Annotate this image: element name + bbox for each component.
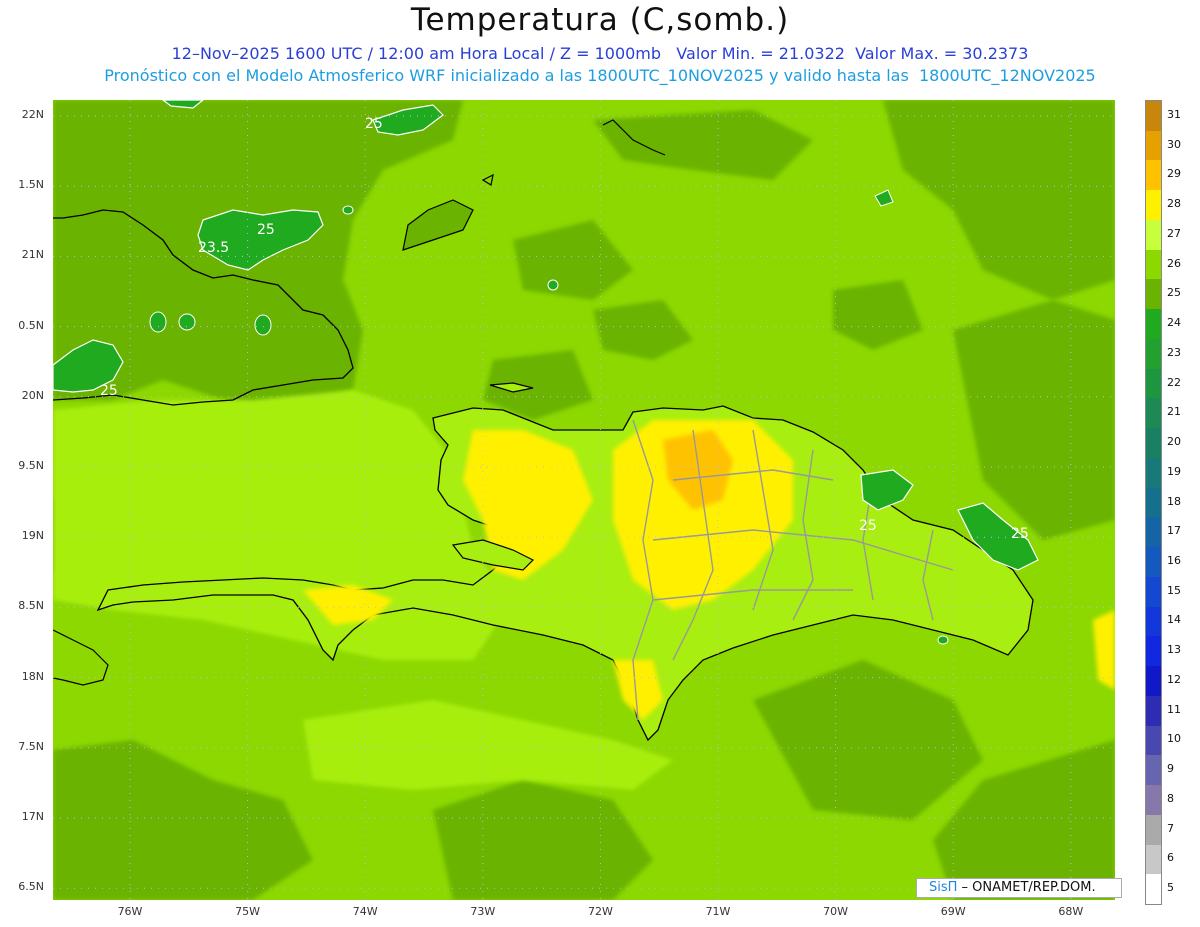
latitude-tick-label: 17N bbox=[21, 810, 44, 823]
colorbar-swatch bbox=[1146, 517, 1161, 548]
latitude-tick-label: 8.5N bbox=[18, 599, 44, 613]
longitude-tick-label: 72W bbox=[587, 905, 613, 918]
longitude-tick-label: 70W bbox=[823, 905, 849, 918]
colorbar-swatch bbox=[1146, 666, 1161, 697]
colorbar-label: 18 bbox=[1167, 494, 1181, 508]
colorbar-label: 10 bbox=[1167, 732, 1181, 746]
credit-sis: SisΠ bbox=[929, 880, 958, 895]
colorbar-label: 17 bbox=[1167, 524, 1181, 538]
colorbar-swatch bbox=[1146, 576, 1161, 608]
contour-label: 25 bbox=[100, 383, 118, 399]
latitude-tick-label: 9.5N bbox=[18, 459, 44, 472]
map-canvas: 25 25 23.5 25 25 25 bbox=[53, 100, 1115, 900]
colorbar-label: 28 bbox=[1167, 197, 1181, 211]
latitude-tick-label: 0.5N bbox=[18, 318, 44, 332]
contour-label: 25 bbox=[1011, 526, 1029, 542]
colorbar-swatch bbox=[1146, 547, 1161, 578]
colorbar-label: 31 bbox=[1167, 107, 1181, 121]
colorbar-label: 25 bbox=[1167, 286, 1181, 300]
colorbar-label: 9 bbox=[1167, 762, 1174, 776]
longitude-tick-label: 76W bbox=[117, 905, 143, 918]
colorbar-swatch bbox=[1146, 219, 1161, 251]
contour-label: 25 bbox=[365, 116, 383, 132]
latitude-tick-label: 20N bbox=[21, 388, 44, 402]
colorbar-swatch bbox=[1146, 874, 1161, 905]
latitude-tick-label: 19N bbox=[21, 529, 44, 543]
colorbar-label: 8 bbox=[1167, 791, 1174, 805]
longitude-tick-label: 71W bbox=[705, 905, 731, 918]
colorbar-label: 5 bbox=[1167, 881, 1174, 895]
subtitle-model-info: Pronóstico con el Modelo Atmosferico WRF… bbox=[104, 66, 1096, 85]
colorbar-label: 6 bbox=[1167, 851, 1174, 865]
contour-label: 25 bbox=[257, 222, 275, 238]
colorbar-label: 14 bbox=[1167, 613, 1181, 627]
colorbar-swatch bbox=[1146, 457, 1161, 489]
colorbar-swatch bbox=[1146, 279, 1161, 310]
latitude-tick-label: 1.5N bbox=[18, 178, 44, 192]
colorbar-label: 20 bbox=[1167, 435, 1181, 449]
colorbar-label: 24 bbox=[1167, 316, 1181, 330]
temperature-map: 25 25 23.5 25 25 25 bbox=[53, 100, 1115, 900]
colorbar-swatch bbox=[1146, 785, 1161, 816]
latitude-tick-label: 21N bbox=[21, 248, 44, 262]
colorbar-swatch bbox=[1146, 814, 1161, 845]
colorbar-swatch bbox=[1146, 755, 1161, 786]
colorbar-label: 30 bbox=[1167, 137, 1181, 151]
map-title: Temperatura (C,somb.) bbox=[410, 2, 790, 38]
colorbar-label: 26 bbox=[1167, 256, 1181, 270]
longitude-tick-label: 73W bbox=[470, 905, 496, 918]
colorbar-swatch bbox=[1146, 487, 1161, 518]
contour-label: 25 bbox=[859, 518, 877, 534]
latitude-tick-label: 6.5N bbox=[18, 880, 44, 894]
longitude-tick-label: 69W bbox=[940, 905, 966, 918]
colorbar-label: 11 bbox=[1167, 702, 1181, 716]
subtitle-time-range: 12–Nov–2025 1600 UTC / 12:00 am Hora Loc… bbox=[171, 44, 1029, 63]
colorbar-label: 12 bbox=[1167, 672, 1181, 686]
colorbar-swatch bbox=[1146, 606, 1161, 637]
latitude-tick-label: 18N bbox=[21, 669, 44, 683]
colorbar-swatch bbox=[1146, 398, 1161, 429]
colorbar-swatch bbox=[1146, 338, 1161, 370]
colorbar-swatch bbox=[1146, 249, 1161, 280]
colorbar-label: 19 bbox=[1167, 464, 1181, 478]
colorbar-swatch bbox=[1146, 725, 1161, 756]
colorbar-swatch bbox=[1146, 309, 1161, 340]
longitude-tick-label: 75W bbox=[235, 905, 261, 918]
colorbar-swatch bbox=[1146, 130, 1161, 161]
colorbar-swatch bbox=[1146, 190, 1161, 221]
colorbar-swatch bbox=[1146, 695, 1161, 727]
colorbar-swatch bbox=[1146, 368, 1161, 399]
credit-onamet: – ONAMET/REP.DOM. bbox=[957, 880, 1096, 895]
latitude-tick-label: 22N bbox=[21, 108, 44, 121]
longitude-tick-label: 68W bbox=[1058, 905, 1084, 918]
latitude-tick-label: 7.5N bbox=[18, 739, 44, 753]
credit-box: SisΠ – ONAMET/REP.DOM. bbox=[916, 878, 1122, 898]
colorbar-swatch bbox=[1146, 428, 1161, 459]
colorbar-label: 23 bbox=[1167, 345, 1181, 359]
contour-label: 23.5 bbox=[198, 240, 229, 256]
longitude-tick-label: 74W bbox=[352, 905, 378, 918]
colorbar-label: 29 bbox=[1167, 167, 1181, 181]
colorbar-swatch bbox=[1146, 636, 1161, 667]
colorbar-label: 21 bbox=[1167, 405, 1181, 419]
colorbar-label: 27 bbox=[1167, 226, 1181, 240]
colorbar-swatch bbox=[1146, 160, 1161, 191]
colorbar-label: 22 bbox=[1167, 375, 1181, 389]
colorbar-label: 13 bbox=[1167, 643, 1181, 657]
colorbar-swatch bbox=[1146, 101, 1161, 132]
colorbar-label: 16 bbox=[1167, 553, 1181, 567]
colorbar bbox=[1145, 100, 1162, 905]
colorbar-label: 15 bbox=[1167, 583, 1181, 597]
colorbar-swatch bbox=[1146, 844, 1161, 875]
colorbar-label: 7 bbox=[1167, 821, 1174, 835]
